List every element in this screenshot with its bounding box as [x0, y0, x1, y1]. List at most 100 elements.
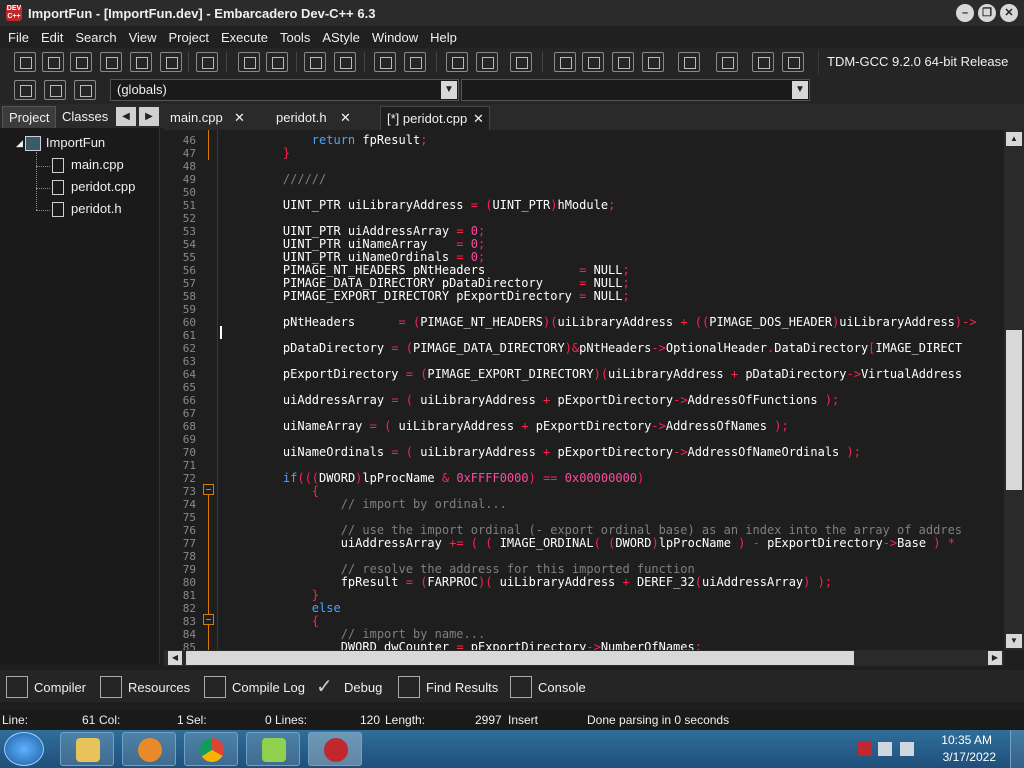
close-button[interactable]: ✕	[1000, 4, 1018, 22]
code-line[interactable]: uiAddressArray += ( ( IMAGE_ORDINAL( (DW…	[254, 537, 955, 550]
save-all-icon[interactable]	[100, 52, 122, 72]
indent-icon[interactable]	[334, 52, 356, 72]
scroll-left-icon[interactable]: ◀	[168, 651, 182, 665]
menu-search[interactable]: Search	[69, 30, 122, 45]
horizontal-scrollbar[interactable]: ◀ ▶	[164, 650, 1004, 666]
tab-compile-log[interactable]: Compile Log	[204, 674, 305, 700]
print-icon[interactable]	[196, 52, 218, 72]
fold-toggle-icon[interactable]	[203, 614, 214, 625]
scroll-down-icon[interactable]: ▼	[1006, 634, 1022, 648]
fold-toggle-icon[interactable]	[203, 484, 214, 495]
restore-button[interactable]: ❐	[978, 4, 996, 22]
compile-run-icon[interactable]	[612, 52, 634, 72]
save-icon[interactable]	[70, 52, 92, 72]
network-icon[interactable]	[878, 742, 892, 756]
scroll-right-icon[interactable]: ▶	[988, 651, 1002, 665]
menu-file[interactable]: File	[2, 30, 35, 45]
menu-help[interactable]: Help	[424, 30, 463, 45]
rebuild-icon[interactable]	[642, 52, 664, 72]
project-options-icon[interactable]	[510, 52, 532, 72]
bookmark-icon[interactable]	[44, 80, 66, 100]
scroll-thumb[interactable]	[186, 651, 854, 665]
chevron-left-icon[interactable]: ◀	[116, 107, 136, 126]
tab-classes[interactable]: Classes	[56, 106, 114, 128]
add-to-project-icon[interactable]	[446, 52, 468, 72]
menu-execute[interactable]: Execute	[215, 30, 274, 45]
taskbar-notepad-plus-plus[interactable]	[246, 732, 300, 766]
profile-icon[interactable]	[752, 52, 774, 72]
code-line[interactable]: uiNameOrdinals = ( uiLibraryAddress + pE…	[254, 446, 861, 459]
bookmark-list-icon[interactable]	[74, 80, 96, 100]
scroll-thumb[interactable]	[1006, 330, 1022, 490]
code-line[interactable]: PIMAGE_EXPORT_DIRECTORY pExportDirectory…	[254, 290, 630, 303]
code-line[interactable]: //////	[254, 173, 326, 186]
goto-icon[interactable]	[14, 80, 36, 100]
compile-icon[interactable]	[554, 52, 576, 72]
scroll-up-icon[interactable]: ▲	[1006, 132, 1022, 146]
find-icon[interactable]	[238, 52, 260, 72]
close-all-icon[interactable]	[160, 52, 182, 72]
tab-peridot-cpp[interactable]: [*] peridot.cpp ✕	[380, 106, 490, 130]
clock-date[interactable]: 3/17/2022	[943, 750, 996, 764]
tab-debug[interactable]: ✓ Debug	[316, 674, 382, 700]
close-icon[interactable]: ✕	[234, 106, 245, 130]
replace-icon[interactable]	[266, 52, 288, 72]
code-line[interactable]: }	[254, 147, 290, 160]
tree-file-main-cpp[interactable]: main.cpp	[52, 155, 124, 175]
clock-time[interactable]: 10:35 AM	[941, 733, 992, 747]
collapse-icon[interactable]: ◢	[16, 133, 23, 153]
taskbar-dev-cpp[interactable]	[308, 732, 362, 766]
open-file-icon[interactable]	[42, 52, 64, 72]
code-line[interactable]: pExportDirectory = (PIMAGE_EXPORT_DIRECT…	[254, 368, 962, 381]
compiler-select[interactable]: TDM-GCC 9.2.0 64-bit Release	[818, 50, 1024, 74]
chevron-down-icon[interactable]: ▼	[441, 81, 457, 99]
code-line[interactable]: pNtHeaders = (PIMAGE_NT_HEADERS)(uiLibra…	[254, 316, 977, 329]
menu-astyle[interactable]: AStyle	[316, 30, 366, 45]
code-line[interactable]: DWORD dwCounter = pExportDirectory->Numb…	[254, 641, 702, 651]
code-editor[interactable]: 46 return fpResult; 47 } 48 49 //////50 51 U…	[164, 130, 1004, 650]
member-dropdown[interactable]: ▼	[461, 79, 810, 101]
menu-view[interactable]: View	[123, 30, 163, 45]
menu-window[interactable]: Window	[366, 30, 424, 45]
action-center-icon[interactable]	[858, 742, 872, 756]
code-line[interactable]: UINT_PTR uiLibraryAddress = (UINT_PTR)hM…	[254, 199, 615, 212]
menu-edit[interactable]: Edit	[35, 30, 69, 45]
redo-icon[interactable]	[404, 52, 426, 72]
minimize-button[interactable]: –	[956, 4, 974, 22]
code-line[interactable]: fpResult = (FARPROC)( uiLibraryAddress +…	[254, 576, 832, 589]
tab-compiler[interactable]: Compiler	[6, 674, 86, 700]
tab-resources[interactable]: Resources	[100, 674, 190, 700]
tree-file-peridot-cpp[interactable]: peridot.cpp	[52, 177, 135, 197]
volume-icon[interactable]	[900, 742, 914, 756]
menu-project[interactable]: Project	[163, 30, 215, 45]
undo-icon[interactable]	[374, 52, 396, 72]
code-line[interactable]: uiNameArray = ( uiLibraryAddress + pExpo…	[254, 420, 789, 433]
tab-find-results[interactable]: Find Results	[398, 674, 498, 700]
tab-console[interactable]: Console	[510, 674, 586, 700]
show-desktop-button[interactable]	[1010, 730, 1024, 768]
tree-project-node[interactable]: ◢ ImportFun	[16, 133, 105, 153]
code-line[interactable]: pDataDirectory = (PIMAGE_DATA_DIRECTORY)…	[254, 342, 962, 355]
taskbar-media-player[interactable]	[122, 732, 176, 766]
comment-icon[interactable]	[304, 52, 326, 72]
close-file-icon[interactable]	[130, 52, 152, 72]
taskbar-chrome[interactable]	[184, 732, 238, 766]
stop-icon[interactable]	[716, 52, 738, 72]
taskbar-file-explorer[interactable]	[60, 732, 114, 766]
tab-project[interactable]: Project	[2, 106, 57, 128]
run-icon[interactable]	[582, 52, 604, 72]
check-syntax-icon[interactable]	[678, 52, 700, 72]
close-icon[interactable]: ✕	[340, 106, 351, 130]
start-button[interactable]	[4, 732, 44, 766]
menu-tools[interactable]: Tools	[274, 30, 316, 45]
code-line[interactable]: // import by ordinal...	[254, 498, 507, 511]
delete-profile-icon[interactable]	[782, 52, 804, 72]
globals-dropdown[interactable]: (globals) ▼	[110, 79, 459, 101]
chevron-down-icon[interactable]: ▼	[792, 81, 808, 99]
code-line[interactable]: uiAddressArray = ( uiLibraryAddress + pE…	[254, 394, 839, 407]
vertical-scrollbar[interactable]: ▲ ▼	[1004, 130, 1024, 650]
tab-peridot-h[interactable]: peridot.h ✕	[270, 106, 378, 130]
tab-main-cpp[interactable]: main.cpp ✕	[164, 106, 268, 130]
close-icon[interactable]: ✕	[473, 107, 484, 131]
remove-from-project-icon[interactable]	[476, 52, 498, 72]
